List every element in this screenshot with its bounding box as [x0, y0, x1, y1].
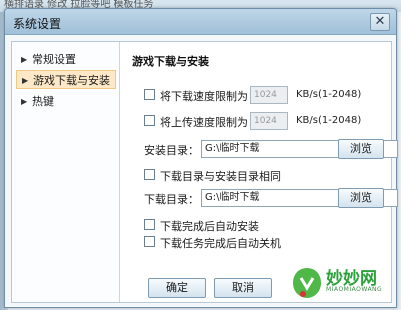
auto-shutdown-label: 下载任务完成后自动关机 — [160, 237, 281, 250]
settings-sidebar: ▶ 常规设置 ▶ 游戏下载与安装 ▶ 热键 — [12, 42, 120, 302]
chevron-right-icon: ▶ — [22, 76, 29, 85]
auto-install-label: 下载完成后自动安装 — [160, 220, 259, 233]
dialog-title: 系统设置 — [13, 17, 62, 31]
upload-limit-label: 将上传速度限制为： — [160, 116, 259, 129]
dialog-titlebar[interactable]: 系统设置 ✕ — [5, 9, 396, 35]
sidebar-item-general[interactable]: ▶ 常规设置 — [16, 50, 116, 69]
sidebar-item-label: 游戏下载与安装 — [33, 74, 110, 87]
close-button[interactable]: ✕ — [370, 13, 390, 31]
close-icon: ✕ — [374, 14, 386, 29]
install-dir-label: 安装目录： — [144, 144, 199, 157]
watermark-subtitle: MIAOMIAOWANG — [326, 286, 383, 293]
install-dir-browse-button[interactable]: 浏览 — [338, 139, 384, 159]
watermark-logo: 妙妙网 MIAOMIAOWANG — [288, 262, 398, 306]
same-dir-label: 下载目录与安装目录相同 — [160, 170, 281, 183]
chevron-right-icon: ▶ — [21, 55, 28, 64]
download-limit-checkbox[interactable] — [144, 89, 155, 100]
sidebar-item-hotkeys[interactable]: ▶ 热键 — [16, 92, 116, 111]
upload-limit-unit: KB/s(1-2048) — [296, 115, 362, 126]
download-dir-browse-button[interactable]: 浏览 — [338, 188, 384, 208]
logo-icon — [293, 268, 321, 298]
same-dir-row: 下载目录与安装目录相同 — [132, 166, 387, 184]
ok-button[interactable]: 确定 — [148, 278, 206, 298]
download-dir-label: 下载目录： — [144, 193, 199, 206]
auto-shutdown-checkbox[interactable] — [144, 236, 155, 247]
auto-install-checkbox[interactable] — [144, 219, 155, 230]
upload-limit-row: 将上传速度限制为： 1024 KB/s(1-2048) — [132, 112, 387, 130]
same-dir-checkbox[interactable] — [144, 169, 155, 180]
auto-install-row: 下载完成后自动安装 — [132, 216, 387, 234]
sidebar-item-download-install[interactable]: ▶ 游戏下载与安装 — [16, 70, 116, 89]
upload-limit-checkbox[interactable] — [144, 115, 155, 126]
download-limit-input[interactable]: 1024 — [250, 86, 288, 104]
download-limit-unit: KB/s(1-2048) — [296, 89, 362, 100]
auto-shutdown-row: 下载任务完成后自动关机 — [132, 233, 387, 251]
sidebar-item-label: 常规设置 — [32, 53, 76, 66]
upload-limit-input[interactable]: 1024 — [250, 112, 288, 130]
section-title: 游戏下载与安装 — [132, 55, 209, 68]
sidebar-item-label: 热键 — [32, 95, 54, 108]
download-limit-row: 将下载速度限制为： 1024 KB/s(1-2048) — [132, 86, 387, 104]
chevron-right-icon: ▶ — [21, 97, 28, 106]
cancel-button[interactable]: 取消 — [214, 278, 272, 298]
download-limit-label: 将下载速度限制为： — [160, 90, 259, 103]
